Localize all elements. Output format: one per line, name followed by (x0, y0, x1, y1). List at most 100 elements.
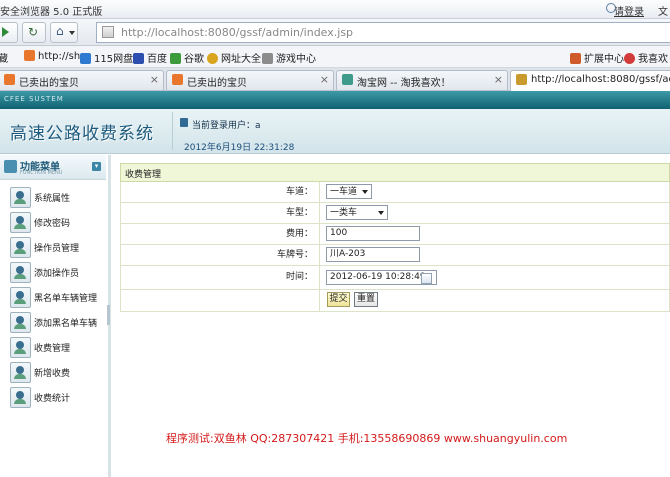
submit-button[interactable]: 提交 (327, 292, 350, 307)
row-lane: 车道： 一车道 (120, 182, 670, 203)
fav-item-1[interactable]: 115网盘 (80, 50, 133, 65)
fee-label: 费用： (121, 224, 320, 244)
menu-header: 功能菜单 FUNCTION MENU ▾ (0, 155, 106, 180)
actions-label-cell (121, 290, 320, 311)
fav-item-5[interactable]: 游戏中心 (262, 50, 316, 65)
time-input[interactable]: 2012-06-19 10:28:49 (326, 270, 437, 285)
site-icon (172, 74, 183, 85)
sidebar-item-label: 新增收费 (34, 369, 71, 379)
sidebar-item-label: 收费统计 (34, 394, 71, 404)
page-banner: 高速公路收费系统 当前登录用户：a 2012年6月19日 22:31:28 (0, 109, 670, 154)
sidebar-item-label: 修改密码 (34, 219, 71, 229)
site-icon (4, 74, 15, 85)
row-time: 时间： 2012-06-19 10:28:49 (120, 266, 670, 290)
row-vehicle-type: 车型： 一类车 (120, 203, 670, 224)
title-more: 文 (658, 7, 668, 18)
sidebar-item-operator-manage[interactable]: 操作员管理 (0, 235, 106, 260)
banner-divider (172, 112, 173, 150)
sidebar-item-add-fee[interactable]: 新增收费 (0, 360, 106, 385)
vehicle-type-select[interactable]: 一类车 (326, 205, 388, 220)
fav-item-4[interactable]: 网址大全 (207, 50, 261, 65)
row-actions: 提交 重置 (120, 290, 670, 312)
address-bar[interactable]: http://localhost:8080/gssf/admin/index.j… (96, 22, 670, 43)
sidebar-item-add-blacklist[interactable]: 添加黑名单车辆 (0, 310, 106, 335)
brand-strip-text: CFEE SUSTEM (4, 95, 64, 103)
form-title: 收费管理 (125, 170, 162, 180)
fav-item-2[interactable]: 百度 (133, 50, 167, 65)
browser-title-bar: 安全浏览器 5.0 正式版 请登录 文 (0, 0, 670, 19)
sidebar-item-fee-stats[interactable]: 收费统计 (0, 385, 106, 410)
user-icon (10, 312, 31, 333)
sidebar-item-add-operator[interactable]: 添加操作员 (0, 260, 106, 285)
address-url: http://localhost:8080/gssf/admin/index.j… (121, 26, 354, 39)
tab-label: 淘宝网 -- 淘我喜欢！ (357, 78, 451, 89)
home-button[interactable]: ⌂ (50, 22, 78, 43)
user-icon (10, 212, 31, 233)
user-icon (10, 187, 31, 208)
time-label: 时间： (121, 266, 320, 289)
sidebar-item-blacklist-manage[interactable]: 黑名单车辆管理 (0, 285, 106, 310)
sidebar-item-fee-manage[interactable]: 收费管理 (0, 335, 106, 360)
favorites-label: 藏 (0, 54, 8, 65)
lane-select[interactable]: 一车道 (326, 184, 372, 199)
close-icon[interactable]: × (150, 73, 159, 86)
refresh-button[interactable]: ↻ (22, 22, 46, 43)
forward-arrow-icon (2, 27, 9, 37)
extension-center[interactable]: 扩展中心 (570, 50, 624, 65)
fav-item-3[interactable]: 谷歌 (170, 50, 204, 65)
chevron-down-icon (69, 31, 75, 35)
fav-item-0[interactable]: http://sh (24, 50, 80, 62)
tab-label: http://localhost:8080/gssf/adm... (531, 74, 670, 85)
tab-1[interactable]: 已卖出的宝贝 × (166, 70, 334, 90)
sidebar-item-label: 收费管理 (34, 344, 71, 354)
sidebar-item-change-password[interactable]: 修改密码 (0, 210, 106, 235)
menu-subtitle: FUNCTION MENU (20, 170, 63, 176)
tab-strip: 已卖出的宝贝 × 已卖出的宝贝 × 淘宝网 -- 淘我喜欢！ × http://… (0, 68, 670, 91)
user-icon (10, 362, 31, 383)
tab-3-active[interactable]: http://localhost:8080/gssf/adm... (510, 70, 670, 91)
close-icon[interactable]: × (320, 73, 329, 86)
browser-nav-bar: ↻ ⌂ http://localhost:8080/gssf/admin/ind… (0, 19, 670, 46)
tab-2[interactable]: 淘宝网 -- 淘我喜欢！ × (336, 70, 508, 90)
sidebar-menu: 功能菜单 FUNCTION MENU ▾ 系统属性 修改密码 操作员管理 添加操… (0, 155, 111, 477)
footer-credit: 程序测试:双鱼林 QQ:287307421 手机:13558690869 www… (166, 432, 568, 445)
current-datetime: 2012年6月19日 22:31:28 (184, 143, 295, 153)
site-icon (342, 74, 353, 85)
site-icon (207, 53, 218, 64)
lane-select-value: 一车道 (330, 187, 358, 197)
sidebar-item-label: 操作员管理 (34, 244, 80, 254)
tab-label: 已卖出的宝贝 (187, 78, 247, 89)
lane-label: 车道： (121, 182, 320, 202)
time-input-value: 2012-06-19 10:28:49 (330, 272, 426, 282)
user-icon (10, 287, 31, 308)
site-icon (80, 53, 91, 64)
system-title: 高速公路收费系统 (10, 124, 154, 144)
user-icon (10, 237, 31, 258)
chevron-down-icon (362, 190, 368, 194)
login-link[interactable]: 请登录 (614, 3, 644, 18)
vehicle-type-label: 车型： (121, 203, 320, 223)
plate-label: 车牌号： (121, 245, 320, 265)
tab-label: 已卖出的宝贝 (19, 78, 79, 89)
forward-button[interactable] (0, 22, 18, 43)
tab-0[interactable]: 已卖出的宝贝 × (0, 70, 164, 90)
row-plate: 车牌号： 川A-203 (120, 245, 670, 266)
sidebar-resize-handle[interactable] (107, 305, 110, 325)
close-icon[interactable]: × (494, 73, 503, 86)
plate-input[interactable]: 川A-203 (326, 247, 420, 262)
favorites-like[interactable]: 我喜欢 (624, 50, 668, 65)
sidebar-item-label: 系统属性 (34, 194, 71, 204)
user-icon (180, 118, 188, 127)
fee-input[interactable]: 100 (326, 226, 420, 241)
reset-button[interactable]: 重置 (354, 292, 378, 307)
site-icon (516, 74, 527, 85)
refresh-icon: ↻ (28, 25, 39, 39)
page-top-strip: CFEE SUSTEM (0, 91, 670, 109)
calendar-icon[interactable] (421, 273, 432, 284)
user-icon (10, 262, 31, 283)
row-fee: 费用： 100 (120, 224, 670, 245)
sidebar-item-label: 添加黑名单车辆 (34, 319, 98, 329)
sidebar-item-system-props[interactable]: 系统属性 (0, 185, 106, 210)
collapse-toggle-icon[interactable]: ▾ (92, 162, 101, 171)
sidebar-item-label: 添加操作员 (34, 269, 80, 279)
